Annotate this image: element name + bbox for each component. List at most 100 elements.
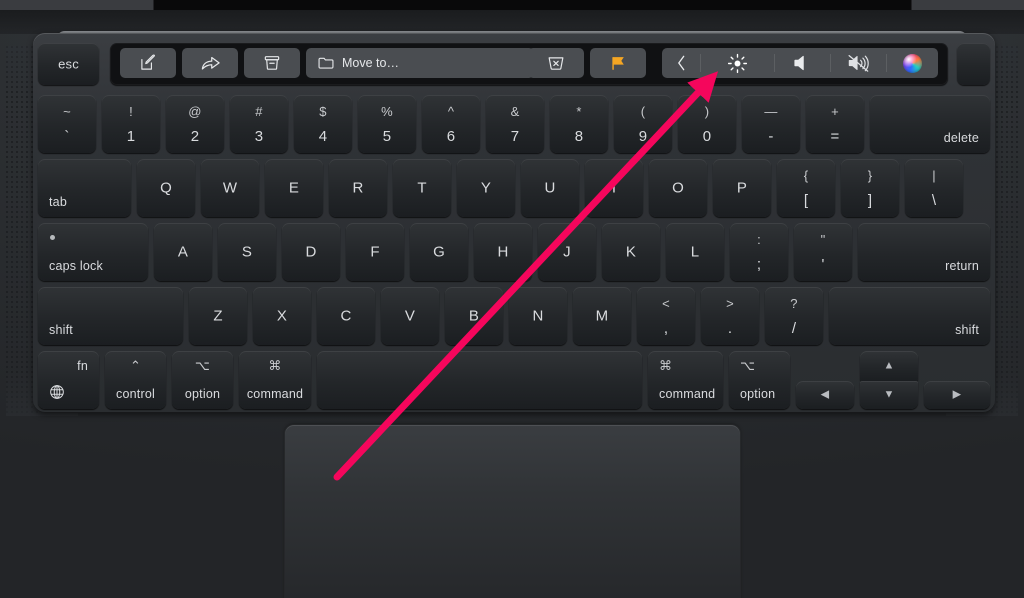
siri-button[interactable] [886, 48, 938, 78]
key-comma-label: , [663, 320, 669, 337]
key-k[interactable]: K [602, 223, 660, 281]
reply-button[interactable] [182, 48, 238, 78]
junk-button[interactable] [528, 48, 584, 78]
key-l[interactable]: L [666, 223, 724, 281]
key-r-label: R [352, 179, 364, 197]
key-tab[interactable]: tab [38, 159, 131, 217]
key-arrow-left[interactable]: ◀ [796, 381, 854, 409]
key-9[interactable]: (9 [614, 95, 672, 153]
key-i[interactable]: I [585, 159, 643, 217]
key-caps-lock[interactable]: caps lock [38, 223, 148, 281]
key-7[interactable]: & 7 [486, 95, 544, 153]
key-left-shift[interactable]: shift [38, 287, 183, 345]
key-2[interactable]: @2 [166, 95, 224, 153]
key-bracket-right[interactable]: }] [841, 159, 899, 217]
key-quote-shift-label: " [820, 232, 826, 247]
right-command-symbol: ⌘ [659, 358, 673, 373]
right-option-label: option [740, 386, 776, 401]
key-comma[interactable]: <, [637, 287, 695, 345]
volume-button[interactable] [774, 48, 830, 78]
key-n[interactable]: N [509, 287, 567, 345]
key-y[interactable]: Y [457, 159, 515, 217]
archive-button[interactable] [244, 48, 300, 78]
key-left-control[interactable]: ⌃ control [105, 351, 166, 409]
key-backslash-label: \ [931, 192, 937, 209]
mute-button[interactable] [830, 48, 886, 78]
key-0[interactable]: ) 0 [678, 95, 736, 153]
key-e[interactable]: E [265, 159, 323, 217]
key-c[interactable]: C [317, 287, 375, 345]
key-arrow-down[interactable]: ▼ [860, 381, 918, 409]
arrow-down-icon: ▼ [883, 388, 895, 401]
key-1[interactable]: ! 1 [102, 95, 160, 153]
key-equal[interactable]: + = [806, 95, 864, 153]
key-n-label: N [532, 307, 544, 325]
key-arrow-up[interactable]: ▲ [860, 351, 918, 381]
key-4[interactable]: $4 [294, 95, 352, 153]
key-minus[interactable]: — - [742, 95, 800, 153]
key-return[interactable]: return [858, 223, 990, 281]
key-t[interactable]: T [393, 159, 451, 217]
key-slash[interactable]: ? / [765, 287, 823, 345]
key-bracket-left[interactable]: {[ [777, 159, 835, 217]
key-s[interactable]: S [218, 223, 276, 281]
esc-key[interactable]: esc [38, 43, 99, 85]
key-8[interactable]: * 8 [550, 95, 608, 153]
key-x-label: X [276, 307, 288, 325]
compose-button[interactable] [120, 48, 176, 78]
key-backquote[interactable]: ~ ` [38, 95, 96, 153]
key-k-label: K [625, 243, 637, 261]
expand-control-strip-button[interactable] [662, 48, 700, 78]
arrow-right-icon: ▶ [952, 388, 962, 401]
key-quote[interactable]: " ' [794, 223, 852, 281]
key-x[interactable]: X [253, 287, 311, 345]
key-right-option[interactable]: ⌥ option [729, 351, 790, 409]
key-5[interactable]: % 5 [358, 95, 416, 153]
key-a[interactable]: A [154, 223, 212, 281]
key-left-option[interactable]: ⌥ option [172, 351, 233, 409]
touch-id-power-key[interactable] [957, 43, 990, 85]
key-semicolon[interactable]: :; [730, 223, 788, 281]
key-m[interactable]: M [573, 287, 631, 345]
caps-lock-indicator [50, 235, 55, 240]
key-z[interactable]: Z [189, 287, 247, 345]
key-6[interactable]: ^ 6 [422, 95, 480, 153]
key-left-option-label: option [184, 386, 221, 401]
key-p[interactable]: P [713, 159, 771, 217]
touch-bar[interactable]: Move to… [110, 43, 948, 85]
key-u[interactable]: U [521, 159, 579, 217]
flag-button[interactable] [590, 48, 646, 78]
key-o-label: O [672, 179, 684, 197]
move-to-button[interactable]: Move to… [306, 48, 534, 78]
brightness-sun-icon [727, 53, 748, 74]
control-strip[interactable] [662, 48, 938, 78]
key-q[interactable]: Q [137, 159, 195, 217]
key-g[interactable]: G [410, 223, 468, 281]
key-right-command[interactable]: ⌘ command [648, 351, 723, 409]
key-left-command[interactable]: ⌘ command [239, 351, 311, 409]
fn-label: fn [77, 359, 88, 373]
key-fn[interactable]: fn [38, 351, 99, 409]
key-right-shift[interactable]: shift [829, 287, 990, 345]
key-2-shift-label: @ [188, 104, 202, 119]
brightness-button[interactable] [700, 48, 774, 78]
key-v[interactable]: V [381, 287, 439, 345]
trackpad[interactable] [285, 425, 740, 598]
key-w[interactable]: W [201, 159, 259, 217]
right-command-label: command [659, 386, 716, 401]
key-delete[interactable]: delete [870, 95, 990, 153]
key-arrow-right[interactable]: ▶ [924, 381, 990, 409]
key-backslash[interactable]: | \ [905, 159, 963, 217]
key-6-label: 6 [446, 128, 456, 145]
key-r[interactable]: R [329, 159, 387, 217]
key-space[interactable] [317, 351, 642, 409]
key-p-label: P [736, 179, 748, 197]
key-3[interactable]: #3 [230, 95, 288, 153]
key-o[interactable]: O [649, 159, 707, 217]
key-b[interactable]: B [445, 287, 503, 345]
key-h[interactable]: H [474, 223, 532, 281]
key-d[interactable]: D [282, 223, 340, 281]
key-j[interactable]: J [538, 223, 596, 281]
key-period[interactable]: >. [701, 287, 759, 345]
key-f[interactable]: F [346, 223, 404, 281]
